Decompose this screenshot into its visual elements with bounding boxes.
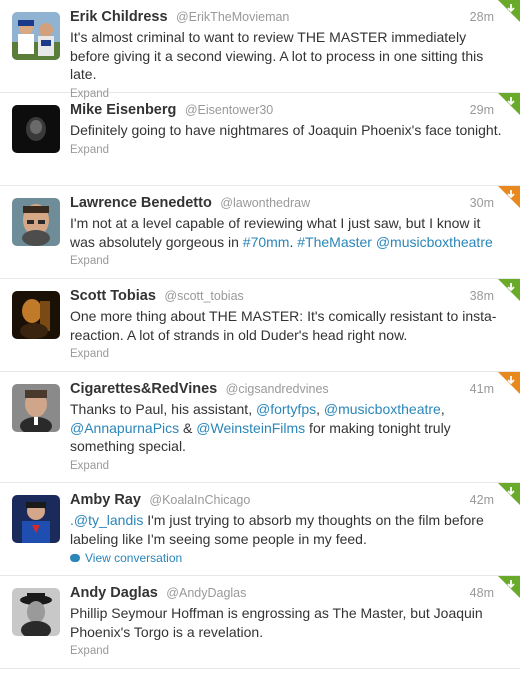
tweet-time[interactable]: 48m	[470, 583, 494, 603]
author-name[interactable]: Mike Eisenberg	[70, 102, 176, 118]
follow-corner-icon[interactable]	[498, 93, 520, 115]
avatar[interactable]	[12, 291, 60, 339]
author-username[interactable]: @ErikTheMovieman	[176, 10, 289, 24]
tweet-text: .@ty_landis I'm just trying to absorb my…	[70, 511, 502, 548]
tweet[interactable]: Amby Ray @KoalaInChicago 42m .@ty_landis…	[0, 483, 520, 576]
avatar[interactable]	[12, 105, 60, 153]
expand-link[interactable]: Expand	[70, 253, 508, 269]
tweet-text: It's almost criminal to want to review T…	[70, 29, 484, 82]
tweet-text: One more thing about THE MASTER: It's co…	[70, 308, 497, 343]
follow-corner-icon[interactable]	[498, 483, 520, 505]
mention-link[interactable]: @AnnapurnaPics	[70, 420, 179, 436]
tweet[interactable]: Mike Eisenberg @Eisentower30 29m Definit…	[0, 93, 520, 186]
author-username[interactable]: @KoalaInChicago	[149, 493, 250, 507]
author-name[interactable]: Erik Childress	[70, 9, 168, 25]
tweet[interactable]: Erik Childress @ErikTheMovieman 28m It's…	[0, 0, 520, 100]
tweet-text: Definitely going to have nightmares of J…	[70, 122, 502, 138]
tweet[interactable]: Cigarettes&RedVines @cigsandredvines 41m…	[0, 372, 520, 483]
tweet-time[interactable]: 38m	[470, 286, 494, 306]
avatar[interactable]	[12, 198, 60, 246]
hashtag-link[interactable]: #70mm	[243, 234, 290, 250]
author-username[interactable]: @cigsandredvines	[226, 382, 329, 396]
expand-link[interactable]: Expand	[70, 142, 508, 158]
mention-link[interactable]: .@ty_landis	[70, 512, 143, 528]
avatar[interactable]	[12, 495, 60, 543]
author-name[interactable]: Cigarettes&RedVines	[70, 381, 217, 397]
tweet-text: Phillip Seymour Hoffman is engrossing as…	[70, 605, 483, 640]
author-name[interactable]: Andy Daglas	[70, 585, 158, 601]
tweet-time[interactable]: 28m	[470, 7, 494, 27]
view-conversation-link[interactable]: View conversation	[70, 550, 508, 566]
tweet-text-segment: ,	[440, 401, 445, 417]
follow-corner-icon[interactable]	[498, 279, 520, 301]
tweet[interactable]: Scott Tobias @scott_tobias 38m One more …	[0, 279, 520, 372]
tweet-text-segment: &	[179, 419, 197, 436]
author-name[interactable]: Lawrence Benedetto	[70, 195, 212, 211]
mention-link[interactable]: @WeinsteinFilms	[196, 420, 305, 436]
view-conversation-label: View conversation	[85, 551, 183, 565]
avatar[interactable]	[12, 588, 60, 636]
hashtag-link[interactable]: #TheMaster	[297, 234, 372, 250]
follow-corner-icon[interactable]	[498, 186, 520, 208]
tweet-time[interactable]: 29m	[470, 100, 494, 120]
tweet-time[interactable]: 41m	[470, 379, 494, 399]
expand-link[interactable]: Expand	[70, 458, 508, 474]
follow-corner-icon[interactable]	[498, 0, 520, 22]
tweet-text: I'm not at a level capable of reviewing …	[70, 214, 502, 251]
tweet-text-segment: ,	[316, 401, 324, 417]
mention-link[interactable]: @musicboxtheatre	[376, 234, 493, 250]
tweet[interactable]: Lawrence Benedetto @lawonthedraw 30m I'm…	[0, 186, 520, 279]
author-username[interactable]: @AndyDaglas	[166, 586, 246, 600]
author-name[interactable]: Amby Ray	[70, 492, 141, 508]
tweet[interactable]: Andy Daglas @AndyDaglas 48m Phillip Seym…	[0, 576, 520, 669]
tweet-time[interactable]: 30m	[470, 193, 494, 213]
avatar[interactable]	[12, 12, 60, 60]
mention-link[interactable]: @fortyfps	[256, 401, 316, 417]
tweet-time[interactable]: 42m	[470, 490, 494, 510]
tweet-feed: Erik Childress @ErikTheMovieman 28m It's…	[0, 0, 520, 669]
expand-link[interactable]: Expand	[70, 643, 508, 659]
follow-corner-icon[interactable]	[498, 576, 520, 598]
tweet-text: Thanks to Paul, his assistant, @fortyfps…	[70, 400, 502, 456]
author-username[interactable]: @lawonthedraw	[220, 196, 310, 210]
author-name[interactable]: Scott Tobias	[70, 288, 156, 304]
tweet-text-segment: Thanks to Paul, his assistant,	[70, 401, 256, 417]
author-username[interactable]: @scott_tobias	[164, 289, 243, 303]
mention-link[interactable]: @musicboxtheatre	[324, 401, 441, 417]
follow-corner-icon[interactable]	[498, 372, 520, 394]
author-username[interactable]: @Eisentower30	[185, 103, 273, 117]
avatar[interactable]	[12, 384, 60, 432]
expand-link[interactable]: Expand	[70, 346, 508, 362]
speech-bubble-icon	[70, 554, 80, 562]
